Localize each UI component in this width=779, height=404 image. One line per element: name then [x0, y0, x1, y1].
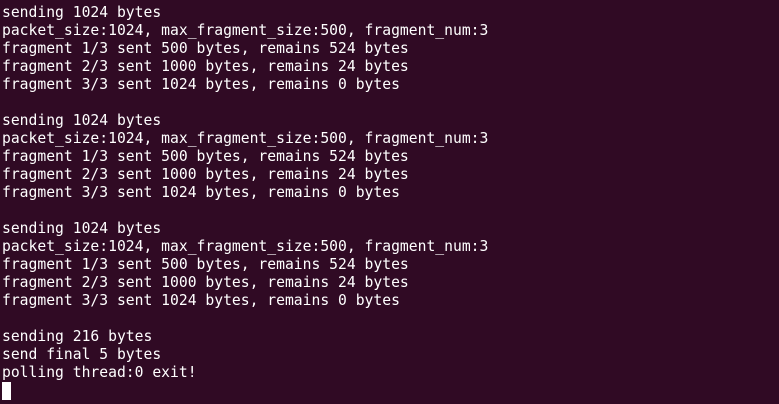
- terminal-line: fragment 2/3 sent 1000 bytes, remains 24…: [2, 274, 409, 291]
- terminal-line: polling thread:0 exit!: [2, 364, 197, 381]
- terminal-line: fragment 3/3 sent 1024 bytes, remains 0 …: [2, 76, 400, 93]
- terminal-line: packet_size:1024, max_fragment_size:500,…: [2, 22, 489, 39]
- terminal-line: fragment 1/3 sent 500 bytes, remains 524…: [2, 40, 409, 57]
- terminal-line: sending 1024 bytes: [2, 112, 162, 129]
- terminal-line: sending 216 bytes: [2, 328, 153, 345]
- text-cursor: [2, 382, 11, 400]
- terminal-line: send final 5 bytes: [2, 346, 162, 363]
- terminal-line: sending 1024 bytes: [2, 4, 162, 21]
- terminal-line: sending 1024 bytes: [2, 220, 162, 237]
- terminal-line: fragment 1/3 sent 500 bytes, remains 524…: [2, 148, 409, 165]
- terminal-line: fragment 2/3 sent 1000 bytes, remains 24…: [2, 166, 409, 183]
- terminal-line: fragment 3/3 sent 1024 bytes, remains 0 …: [2, 184, 400, 201]
- terminal-line: fragment 3/3 sent 1024 bytes, remains 0 …: [2, 292, 400, 309]
- terminal-line: fragment 2/3 sent 1000 bytes, remains 24…: [2, 58, 409, 75]
- terminal-line: packet_size:1024, max_fragment_size:500,…: [2, 238, 489, 255]
- terminal-line: packet_size:1024, max_fragment_size:500,…: [2, 130, 489, 147]
- terminal-line: fragment 1/3 sent 500 bytes, remains 524…: [2, 256, 409, 273]
- cursor-line: [2, 382, 779, 400]
- terminal-output[interactable]: sending 1024 bytes packet_size:1024, max…: [0, 0, 779, 404]
